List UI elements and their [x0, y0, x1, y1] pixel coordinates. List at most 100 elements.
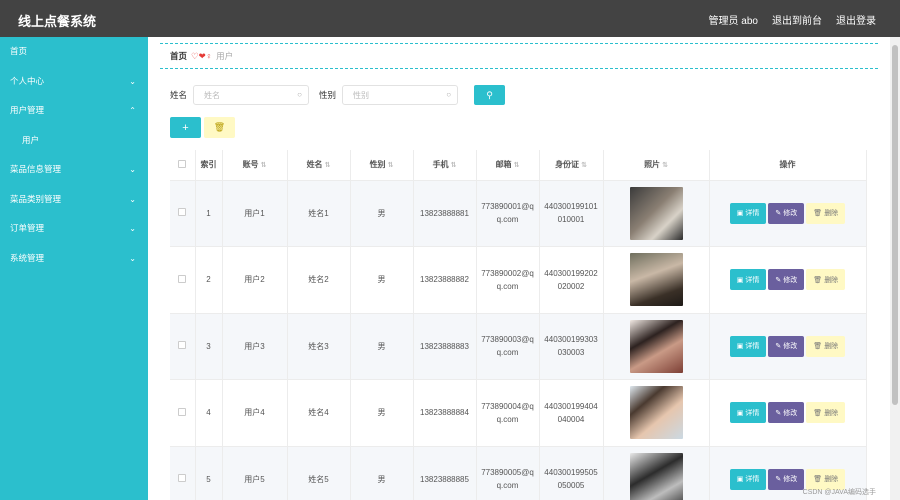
- sort-icon[interactable]: ⇅: [388, 162, 394, 169]
- sidebar-item[interactable]: 用户管理 ⌃: [0, 96, 148, 126]
- row-checkbox[interactable]: [178, 341, 187, 350]
- detail-button[interactable]: ▣ 详情: [729, 335, 767, 357]
- row-checkbox[interactable]: [178, 407, 187, 416]
- row-checkbox[interactable]: [178, 208, 187, 217]
- sidebar-item-label: 订单管理: [10, 223, 45, 233]
- sidebar-item[interactable]: 首页: [0, 37, 148, 67]
- column-header[interactable]: 照片 ⇅: [603, 150, 710, 181]
- cell-index: 3: [195, 313, 223, 380]
- edit-button[interactable]: ✎ 修改: [768, 202, 805, 224]
- cell-value: 用户2: [244, 275, 265, 285]
- column-header[interactable]: 手机 ⇅: [413, 150, 477, 181]
- search-button[interactable]: ⚲: [474, 85, 506, 105]
- cell-photo: [603, 313, 710, 380]
- cell-value: 13823888883: [420, 341, 469, 351]
- user-photo[interactable]: [629, 186, 683, 240]
- gender-search-field[interactable]: ○: [342, 85, 459, 105]
- sort-icon[interactable]: ⇅: [581, 162, 587, 169]
- select-all-cell: [170, 150, 196, 181]
- name-search-input[interactable]: [194, 86, 309, 104]
- detail-button[interactable]: ▣ 详情: [729, 269, 767, 291]
- row-select-cell: [170, 446, 196, 500]
- sort-icon[interactable]: ⇅: [662, 162, 668, 169]
- cell-value: 男: [377, 208, 386, 218]
- logout-link[interactable]: 退出登录: [836, 12, 876, 27]
- cell-email: 773890002@qq.com: [476, 246, 540, 314]
- row-select-cell: [170, 246, 196, 314]
- select-all-checkbox[interactable]: [178, 159, 187, 168]
- plus-icon: +: [182, 121, 189, 134]
- sort-icon[interactable]: ⇅: [325, 162, 331, 169]
- cell-phone: 13823888883: [413, 313, 477, 380]
- sidebar-item[interactable]: 订单管理 ⌄: [0, 214, 148, 244]
- edit-button[interactable]: ✎ 修改: [768, 269, 805, 291]
- column-header-label: 索引: [200, 160, 217, 170]
- detail-button[interactable]: ▣ 详情: [729, 402, 767, 424]
- cell-actions: ▣ 详情 ✎ 修改 🗑 删除: [709, 246, 867, 314]
- back-to-frontend-link[interactable]: 退出到前台: [772, 12, 822, 27]
- column-header[interactable]: 账号 ⇅: [222, 150, 288, 181]
- sidebar-item[interactable]: 个人中心 ⌄: [0, 67, 148, 97]
- cell-value: 姓名2: [308, 275, 329, 285]
- column-header[interactable]: 姓名 ⇅: [287, 150, 351, 181]
- cell-value: 用户3: [244, 341, 265, 351]
- detail-button[interactable]: ▣ 详情: [729, 468, 767, 490]
- user-photo[interactable]: [629, 319, 683, 373]
- sort-icon[interactable]: ⇅: [451, 162, 457, 169]
- page-scrollbar[interactable]: [890, 37, 900, 500]
- column-header[interactable]: 性别 ⇅: [350, 150, 414, 181]
- cell-gender: 男: [350, 379, 414, 447]
- cell-photo: [603, 246, 710, 314]
- breadcrumb-home[interactable]: 首页: [170, 50, 187, 62]
- edit-button[interactable]: ✎ 修改: [768, 335, 805, 357]
- add-button[interactable]: +: [170, 117, 201, 138]
- delete-button[interactable]: 🗑 删除: [806, 402, 846, 424]
- cell-value: 3: [206, 341, 211, 351]
- column-header-label: 操作: [779, 160, 796, 170]
- cell-value: 773890004@qq.com: [481, 401, 534, 424]
- edit-button[interactable]: ✎ 修改: [768, 468, 805, 490]
- cell-value: 男: [377, 408, 386, 418]
- scrollbar-thumb[interactable]: [892, 45, 898, 405]
- user-photo[interactable]: [629, 386, 683, 440]
- table-row: 5 用户5 姓名5 男 13823888885 773890005@qq.com 44030…: [170, 446, 867, 500]
- sort-icon[interactable]: ⇅: [514, 162, 520, 169]
- sort-icon[interactable]: ⇅: [261, 162, 267, 169]
- cell-value: 13823888884: [420, 408, 469, 418]
- delete-button[interactable]: 🗑 删除: [806, 202, 846, 224]
- sidebar-item[interactable]: 用户: [0, 126, 148, 156]
- action-label: 详情: [745, 476, 760, 484]
- cell-value: 773890001@qq.com: [481, 202, 534, 225]
- document-icon: ▣: [736, 409, 744, 417]
- row-checkbox[interactable]: [178, 474, 187, 483]
- detail-button[interactable]: ▣ 详情: [729, 202, 767, 224]
- sidebar-item-label: 用户: [22, 134, 40, 145]
- trash-icon: 🗑: [813, 276, 823, 284]
- trash-icon: 🗑: [813, 476, 823, 484]
- current-user-label[interactable]: 管理员 abo: [709, 12, 758, 27]
- column-header[interactable]: 身份证 ⇅: [539, 150, 604, 181]
- column-header[interactable]: 邮箱 ⇅: [476, 150, 540, 181]
- sidebar-item[interactable]: 系统管理 ⌄: [0, 244, 148, 274]
- row-checkbox[interactable]: [178, 274, 187, 283]
- delete-button[interactable]: 🗑 删除: [806, 335, 846, 357]
- cell-gender: 男: [350, 180, 414, 247]
- edit-button[interactable]: ✎ 修改: [768, 402, 805, 424]
- sidebar-item[interactable]: 菜品类别管理 ⌄: [0, 185, 148, 215]
- cell-gender: 男: [350, 246, 414, 314]
- delete-button[interactable]: 🗑 删除: [806, 269, 846, 291]
- column-header-label: 账号: [242, 160, 259, 170]
- cell-value: 用户4: [244, 408, 265, 418]
- cell-value: 用户5: [244, 474, 265, 484]
- user-photo[interactable]: [629, 452, 683, 500]
- cell-id-card: 440300199101010001: [539, 180, 604, 247]
- bulk-delete-button[interactable]: 🗑: [204, 117, 235, 138]
- cell-account: 用户4: [222, 379, 288, 447]
- user-photo[interactable]: [629, 253, 683, 307]
- cell-account: 用户3: [222, 313, 288, 380]
- sidebar-item[interactable]: 菜品信息管理 ⌄: [0, 155, 148, 185]
- action-label: 删除: [824, 409, 839, 417]
- name-search-field[interactable]: ○: [193, 85, 310, 105]
- gender-search-input[interactable]: [343, 86, 458, 104]
- cell-account: 用户1: [222, 180, 288, 247]
